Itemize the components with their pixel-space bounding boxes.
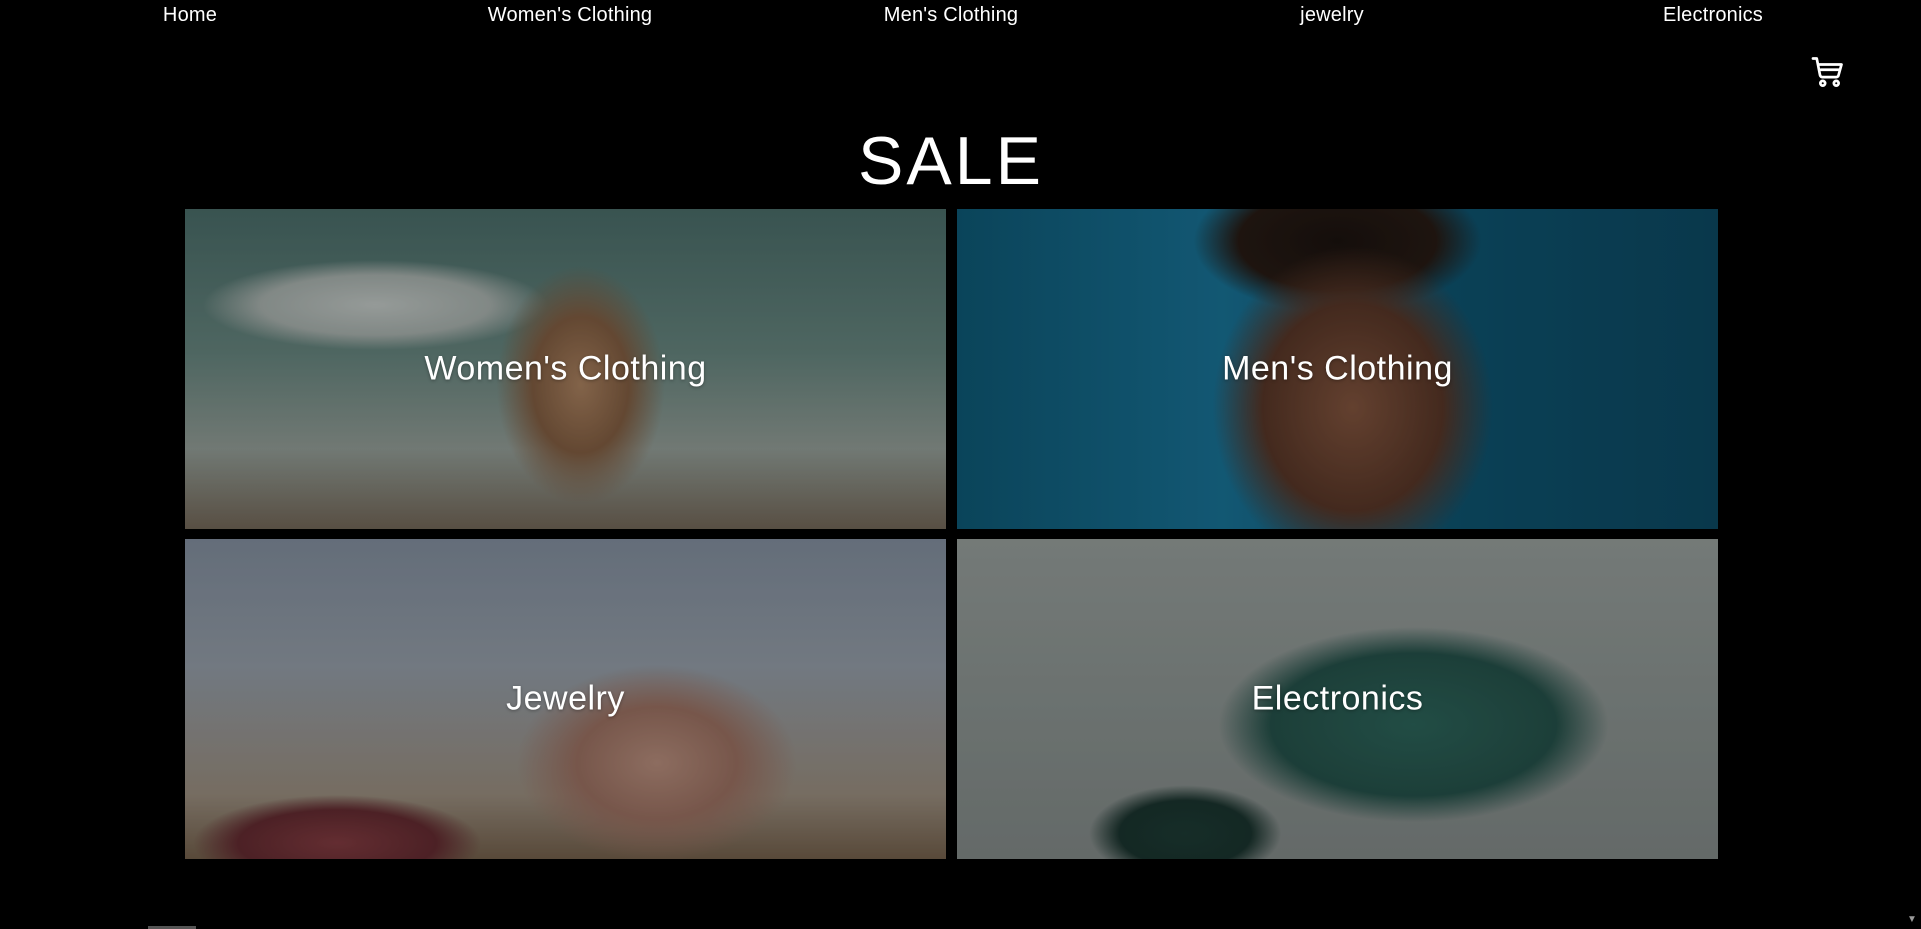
category-label: Jewelry [506, 679, 625, 718]
category-tile-jewelry[interactable]: Jewelry [185, 539, 946, 859]
scroll-down-arrow-icon[interactable]: ▼ [1905, 913, 1919, 927]
page: Home Women's Clothing Men's Clothing jew… [0, 0, 1921, 929]
nav-electronics-link[interactable]: Electronics [1663, 4, 1763, 27]
category-tile-mens-clothing[interactable]: Men's Clothing [957, 209, 1718, 529]
page-title: SALE [858, 123, 1044, 199]
category-label: Men's Clothing [1222, 349, 1453, 388]
category-label: Women's Clothing [424, 349, 707, 388]
cart-icon[interactable] [1810, 54, 1846, 90]
nav-jewelry-link[interactable]: jewelry [1300, 4, 1364, 27]
category-label: Electronics [1251, 679, 1424, 718]
nav-mens-clothing-link[interactable]: Men's Clothing [884, 4, 1018, 27]
category-tile-electronics[interactable]: Electronics [957, 539, 1718, 859]
nav-home-link[interactable]: Home [163, 4, 217, 27]
category-tile-womens-clothing[interactable]: Women's Clothing [185, 209, 946, 529]
top-nav: Home Women's Clothing Men's Clothing jew… [0, 0, 1902, 30]
nav-womens-clothing-link[interactable]: Women's Clothing [488, 4, 653, 27]
